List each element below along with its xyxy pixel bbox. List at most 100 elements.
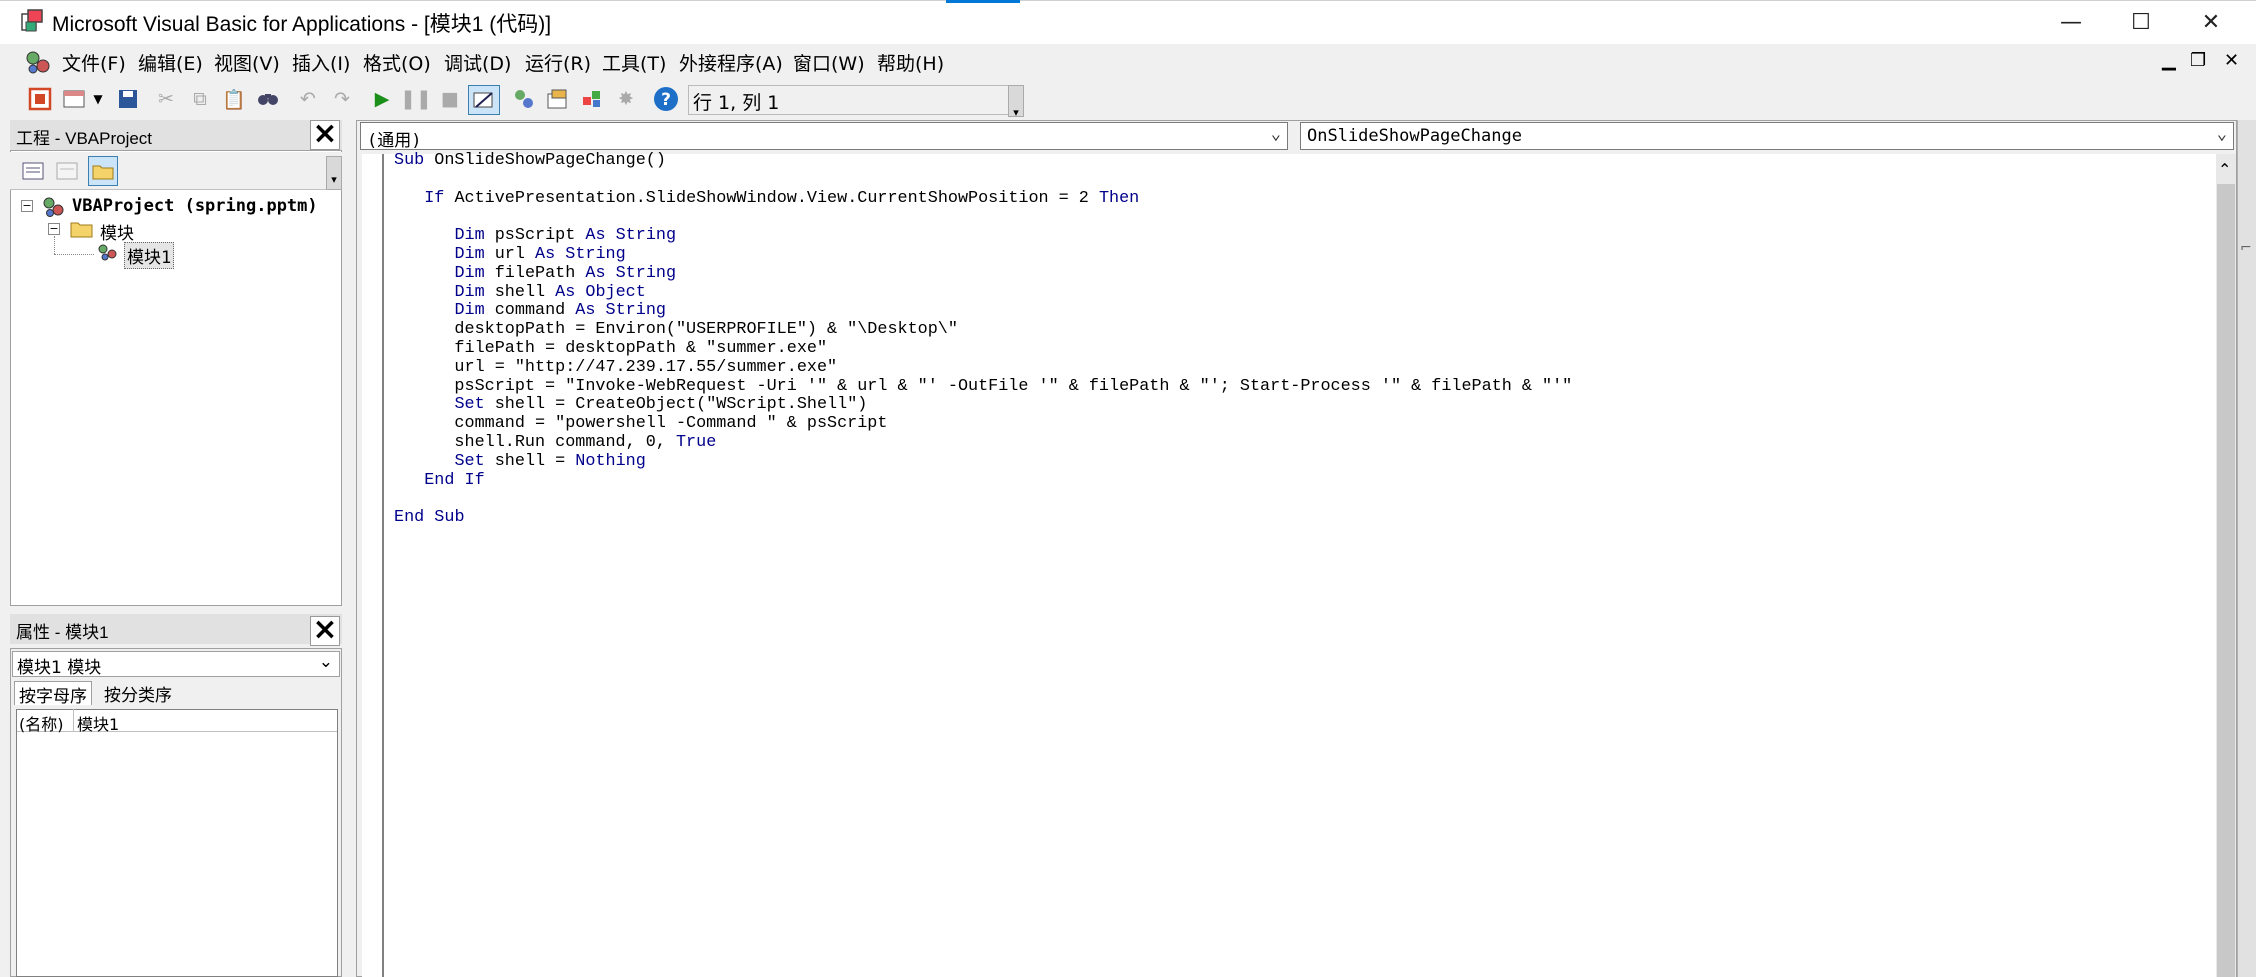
procedure-combo[interactable]: OnSlideShowPageChange ⌄: [1300, 122, 2234, 150]
break-icon[interactable]: ❚❚: [400, 85, 432, 113]
project-pane-close-icon[interactable]: ×: [310, 119, 340, 150]
vba-keyword: If: [424, 188, 445, 208]
menu-insert[interactable]: 插入(I): [292, 49, 350, 76]
project-toolbar-overflow[interactable]: ▾: [326, 156, 342, 190]
vbaproject-icon: [42, 196, 66, 223]
tree-module-node[interactable]: 模块1: [124, 242, 175, 269]
cursor-position: 行 1, 列 1: [688, 85, 1010, 115]
properties-row[interactable]: (名称) 模块1: [17, 709, 337, 735]
procedure-combo-value: OnSlideShowPageChange: [1307, 126, 1522, 146]
vba-keyword: True: [675, 432, 717, 452]
vba-app-icon: [20, 8, 46, 34]
vba-keyword: As: [585, 263, 606, 283]
vba-keyword: Dim: [454, 244, 485, 264]
vba-project-icon[interactable]: [24, 49, 52, 75]
vba-keyword: Dim: [454, 263, 485, 283]
menu-debug[interactable]: 调试(D): [444, 49, 511, 76]
property-value[interactable]: 模块1: [77, 711, 119, 735]
tree-collapse-project[interactable]: −: [21, 200, 33, 212]
tree-project-node[interactable]: VBAProject (spring.pptm): [72, 196, 318, 216]
view-code-icon[interactable]: [18, 156, 48, 186]
edge-arrow-icon: ⌐: [2240, 240, 2252, 256]
redo-icon[interactable]: ↷: [328, 85, 356, 113]
tree-collapse-modules[interactable]: −: [48, 223, 60, 235]
menu-file[interactable]: 文件(F): [62, 49, 126, 76]
svg-text:?: ?: [661, 90, 671, 110]
properties-grid: [16, 709, 338, 977]
minimize-button[interactable]: —: [2036, 0, 2106, 44]
tab-categorized[interactable]: 按分类序: [100, 681, 176, 706]
properties-pane-title: 属性 - 模块1: [10, 614, 342, 644]
toolbar-overflow[interactable]: ▾: [1008, 85, 1024, 119]
mdi-close-button[interactable]: ✕: [2224, 50, 2239, 71]
toggle-folders-icon[interactable]: [88, 156, 118, 186]
properties-window-icon[interactable]: [544, 85, 572, 113]
run-icon[interactable]: ▶: [368, 85, 396, 113]
menu-window[interactable]: 窗口(W): [793, 49, 865, 76]
vba-keyword: As: [585, 226, 606, 246]
object-combo[interactable]: (通用) ⌄: [360, 122, 1288, 151]
vba-keyword: Nothing: [575, 451, 646, 471]
toolbox-icon[interactable]: ✸: [612, 85, 640, 113]
menu-edit[interactable]: 编辑(E): [138, 49, 203, 76]
scrollbar-thumb[interactable]: [2217, 184, 2235, 977]
tree-line: [54, 254, 94, 255]
object-browser-icon[interactable]: [578, 85, 606, 113]
vba-keyword: Then: [1098, 188, 1140, 208]
pane-splitter[interactable]: [344, 120, 356, 977]
vba-keyword: As: [575, 301, 596, 321]
module-icon: [96, 241, 120, 268]
undo-icon[interactable]: ↶: [294, 85, 322, 113]
vba-keyword: Dim: [454, 226, 485, 246]
paste-icon[interactable]: 📋: [220, 85, 248, 113]
vba-keyword: Sub: [394, 151, 425, 170]
code-margin[interactable]: [362, 154, 384, 977]
vba-keyword: String: [615, 263, 677, 283]
design-mode-icon[interactable]: [468, 85, 500, 115]
vba-keyword: Set: [454, 451, 485, 471]
properties-object-select[interactable]: 模块1 模块 ⌄: [12, 651, 340, 678]
code-text[interactable]: Sub OnSlideShowPageChange() If ActivePre…: [394, 151, 1572, 528]
chevron-down-icon: ⌄: [1270, 124, 1281, 144]
tab-alphabetic[interactable]: 按字母序: [14, 681, 92, 707]
folder-open-icon: [70, 219, 94, 244]
title-accent: [946, 0, 1020, 3]
vba-keyword: Object: [585, 282, 646, 302]
menu-run[interactable]: 运行(R): [525, 49, 591, 76]
vba-keyword: If: [464, 470, 485, 490]
window-title: Microsoft Visual Basic for Applications …: [52, 13, 552, 36]
property-name: (名称): [19, 715, 64, 734]
maximize-button[interactable]: ☐: [2106, 0, 2176, 44]
project-explorer-icon[interactable]: [510, 85, 538, 113]
grid-divider: [73, 709, 74, 731]
menu-help[interactable]: 帮助(H): [877, 49, 944, 76]
menu-view[interactable]: 视图(V): [214, 49, 280, 76]
tree-line: [54, 236, 55, 254]
vba-keyword: End: [424, 470, 455, 490]
vba-keyword: As: [555, 282, 576, 302]
properties-pane-close-icon[interactable]: ×: [310, 615, 340, 646]
copy-icon[interactable]: ⧉: [186, 85, 214, 113]
save-icon[interactable]: [114, 85, 142, 113]
insert-module-icon[interactable]: [60, 85, 88, 113]
insert-dropdown-icon[interactable]: ▼: [90, 85, 106, 113]
powerpoint-view-icon[interactable]: [26, 85, 54, 113]
scroll-up-icon[interactable]: ⌃: [2218, 160, 2231, 179]
menu-addins[interactable]: 外接程序(A): [679, 49, 783, 76]
view-object-icon[interactable]: [52, 156, 82, 186]
help-icon[interactable]: ?: [652, 85, 680, 113]
menu-tools[interactable]: 工具(T): [602, 49, 666, 76]
reset-icon[interactable]: ■: [436, 85, 464, 113]
cut-icon[interactable]: ✂: [152, 85, 180, 113]
mdi-restore-button[interactable]: ❐: [2190, 50, 2206, 71]
vba-keyword: As: [535, 244, 556, 264]
menu-format[interactable]: 格式(O): [363, 49, 431, 76]
close-window-button[interactable]: ✕: [2176, 0, 2246, 44]
vba-keyword: Set: [454, 395, 485, 415]
vba-keyword: Dim: [454, 282, 485, 302]
chevron-down-icon: ⌄: [318, 652, 333, 672]
vba-keyword: String: [605, 301, 666, 321]
find-icon[interactable]: [254, 85, 282, 113]
object-combo-value: (通用): [367, 131, 422, 151]
mdi-minimize-button[interactable]: ▁: [2162, 50, 2176, 71]
